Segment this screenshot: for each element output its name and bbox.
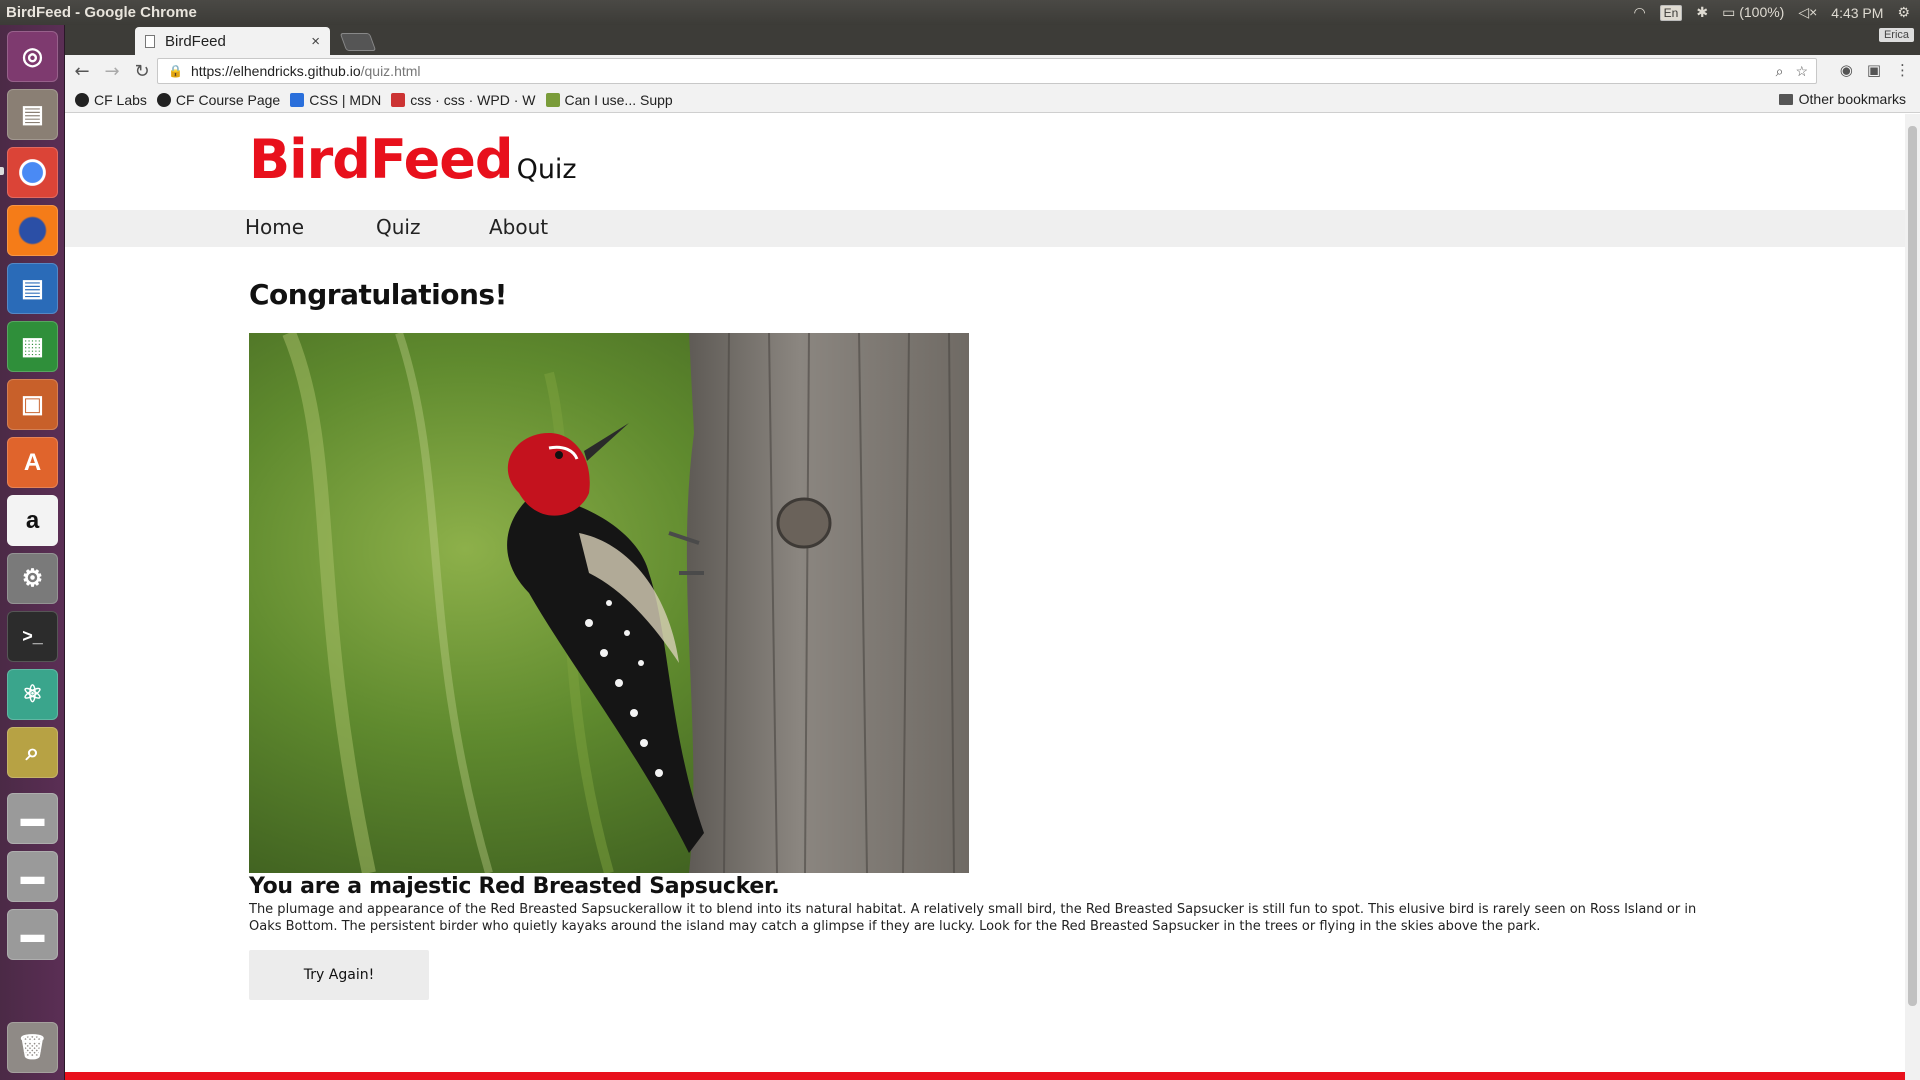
github-icon [156, 92, 171, 107]
bookmark-label: CF Labs [94, 91, 147, 108]
nav-home[interactable]: Home [245, 215, 304, 239]
amazon-icon[interactable]: a [7, 495, 58, 546]
wifi-icon[interactable]: ◠ [1633, 4, 1645, 21]
browser-toolbar: ← → ↻ 🔒 https://elhendricks.github.io/qu… [65, 55, 1920, 87]
new-tab-button[interactable] [339, 33, 377, 51]
bookmarks-bar: CF Labs CF Course Page CSS | MDN css · c… [65, 87, 1920, 113]
address-bar[interactable]: 🔒 https://elhendricks.github.io/quiz.htm… [157, 58, 1817, 84]
bookmark-label: CSS | MDN [309, 91, 382, 108]
system-settings-icon[interactable]: ⚙ [7, 553, 58, 604]
session-gear-icon[interactable]: ⚙ [1897, 4, 1910, 21]
url-host: https://elhendricks.github.io [190, 63, 361, 79]
bluetooth-icon[interactable]: ✱ [1696, 4, 1708, 21]
wpd-icon [391, 92, 406, 107]
caniuse-icon [545, 92, 560, 107]
other-bookmarks[interactable]: Other bookmarks [1778, 91, 1906, 107]
drive-icon[interactable]: ▬ [7, 793, 58, 844]
os-top-panel: BirdFeed - Google Chrome ◠ En ✱ ▭ (100%)… [0, 0, 1920, 25]
tab-title: BirdFeed [165, 32, 226, 50]
impress-icon[interactable]: ▣ [7, 379, 58, 430]
mdn-icon [290, 92, 305, 107]
calc-icon[interactable]: ▦ [7, 321, 58, 372]
atom-icon[interactable]: ⚛ [7, 669, 58, 720]
drive-icon[interactable]: ▬ [7, 851, 58, 902]
site-brand[interactable]: BirdFeed Quiz [249, 128, 577, 191]
bookmark-label: css · css · WPD · W [410, 91, 536, 108]
back-icon[interactable]: ← [69, 58, 95, 84]
bookmark-cf-labs[interactable]: CF Labs [75, 92, 147, 108]
files-icon[interactable]: ▤ [7, 89, 58, 140]
close-tab-icon[interactable]: × [311, 33, 320, 50]
result-description: The plumage and appearance of the Red Br… [249, 902, 1697, 934]
bookmark-css-mdn[interactable]: CSS | MDN [290, 92, 381, 108]
battery-indicator[interactable]: ▭ (100%) [1722, 4, 1784, 21]
trash-icon[interactable]: 🗑 [7, 1022, 58, 1073]
tab-birdfeed[interactable]: BirdFeed × [135, 27, 330, 55]
forward-icon[interactable]: → [99, 58, 125, 84]
bird-photo [249, 333, 969, 873]
reload-icon[interactable]: ↻ [129, 58, 155, 84]
nav-about[interactable]: About [489, 215, 548, 239]
firefox-icon[interactable] [7, 205, 58, 256]
bookmark-star-icon[interactable]: ☆ [1795, 63, 1808, 80]
github-icon [75, 92, 89, 107]
zoom-icon[interactable]: ⌕ [1776, 63, 1784, 80]
battery-percent: (100%) [1739, 4, 1785, 20]
bookmark-can-i-use[interactable]: Can I use... Supp [545, 91, 673, 108]
extension-icon[interactable]: ▣ [1867, 61, 1881, 79]
page-scrollbar[interactable] [1905, 114, 1920, 1080]
volume-muted-icon[interactable]: ◁× [1798, 4, 1817, 21]
try-again-button[interactable]: Try Again! [249, 950, 429, 1000]
result-title: You are a majestic Red Breasted Sapsucke… [249, 874, 780, 899]
page-title: Congratulations! [249, 278, 507, 311]
writer-icon[interactable]: ▤ [7, 263, 58, 314]
site-logo-subtitle: Quiz [516, 154, 577, 185]
url-path: /quiz.html [360, 63, 421, 79]
page-icon [145, 34, 155, 48]
ubuntu-dash-icon[interactable]: ◎ [7, 31, 58, 82]
chrome-icon[interactable] [7, 147, 58, 198]
folder-icon [1778, 93, 1793, 105]
drive-icon[interactable]: ▬ [7, 909, 58, 960]
nav-quiz[interactable]: Quiz [376, 215, 420, 239]
image-viewer-icon[interactable]: ⌕ [7, 727, 58, 778]
bookmark-cf-course-page[interactable]: CF Course Page [156, 91, 281, 108]
site-nav: Home Quiz About [65, 210, 1905, 247]
window-title: BirdFeed - Google Chrome [6, 4, 197, 21]
bookmark-label: Can I use... Supp [564, 91, 673, 108]
other-bookmarks-label: Other bookmarks [1798, 91, 1906, 107]
site-logo: BirdFeed [249, 128, 514, 191]
scrollbar-thumb[interactable] [1908, 126, 1917, 1006]
bookmark-label: CF Course Page [175, 91, 281, 108]
system-indicators: ◠ En ✱ ▭ (100%) ◁× 4:43 PM ⚙ [1633, 4, 1920, 21]
extension-icons: ◉ ▣ ⋮ [1840, 61, 1910, 79]
lock-icon: 🔒 [168, 64, 183, 78]
profile-button[interactable]: Erica [1878, 28, 1914, 42]
clock[interactable]: 4:43 PM [1831, 5, 1883, 21]
tab-strip: BirdFeed × Erica [65, 25, 1920, 55]
terminal-icon[interactable]: >_ [7, 611, 58, 662]
footer-bar [65, 1072, 1905, 1080]
bookmark-css-wpd[interactable]: css · css · WPD · W [391, 91, 536, 108]
page-viewport: BirdFeed Quiz Home Quiz About Congratula… [65, 114, 1905, 1080]
software-center-icon[interactable]: A [7, 437, 58, 488]
unity-launcher: ◎ ▤ ▤ ▦ ▣ A a ⚙ >_ ⚛ ⌕ ▬ ▬ ▬ 🗑 [0, 25, 65, 1080]
extension-icon[interactable]: ◉ [1840, 61, 1853, 79]
menu-icon[interactable]: ⋮ [1895, 61, 1910, 79]
running-pip [0, 167, 4, 175]
keyboard-layout-indicator[interactable]: En [1659, 4, 1683, 21]
